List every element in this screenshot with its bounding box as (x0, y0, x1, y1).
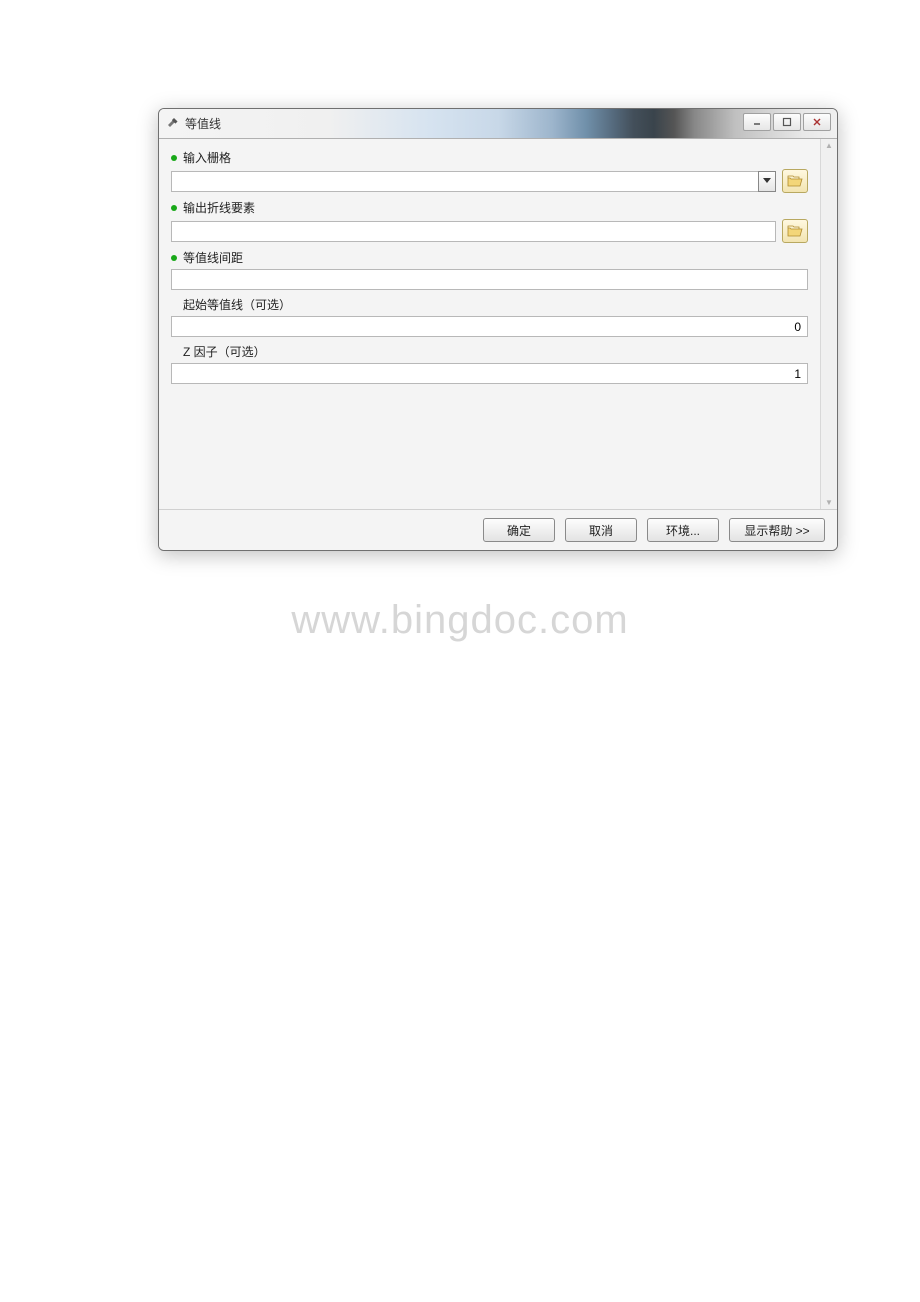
folder-open-icon (787, 224, 803, 238)
input-raster-browse-button[interactable] (782, 169, 808, 193)
close-button[interactable] (803, 113, 831, 131)
window-title: 等值线 (185, 115, 221, 132)
field-input-raster: 输入栅格 (171, 149, 808, 193)
maximize-button[interactable] (773, 113, 801, 131)
dialog-footer: 确定 取消 环境... 显示帮助 >> (159, 509, 837, 550)
form-area: 输入栅格 (159, 139, 820, 509)
required-bullet-icon (171, 255, 177, 261)
field-base-contour: 起始等值线（可选） (171, 296, 808, 337)
field-z-factor: Z 因子（可选） (171, 343, 808, 384)
base-contour-label: 起始等值线（可选） (183, 296, 291, 313)
field-contour-interval: 等值线间距 (171, 249, 808, 290)
contour-interval-label: 等值线间距 (183, 249, 243, 266)
environments-button[interactable]: 环境... (647, 518, 719, 542)
field-output-polyline: 输出折线要素 (171, 199, 808, 243)
output-polyline-label: 输出折线要素 (183, 199, 255, 216)
window-controls (743, 113, 831, 131)
minimize-button[interactable] (743, 113, 771, 131)
ok-button[interactable]: 确定 (483, 518, 555, 542)
input-raster-input[interactable] (171, 171, 758, 192)
scroll-down-icon: ▼ (825, 498, 833, 507)
scroll-up-icon: ▲ (825, 141, 833, 150)
required-bullet-icon (171, 205, 177, 211)
folder-open-icon (787, 174, 803, 188)
titlebar[interactable]: 等值线 (159, 109, 837, 139)
show-help-button[interactable]: 显示帮助 >> (729, 518, 825, 542)
shadow-decoration (159, 550, 837, 551)
contour-interval-input[interactable] (171, 269, 808, 290)
cancel-button[interactable]: 取消 (565, 518, 637, 542)
output-polyline-input[interactable] (171, 221, 776, 242)
contour-dialog: 等值线 输入栅格 (158, 108, 838, 551)
required-bullet-icon (171, 155, 177, 161)
watermark-text: www.bingdoc.com (0, 598, 920, 643)
input-raster-combo[interactable] (171, 171, 776, 192)
hammer-icon (165, 116, 181, 132)
input-raster-label: 输入栅格 (183, 149, 231, 166)
base-contour-input[interactable] (171, 316, 808, 337)
z-factor-input[interactable] (171, 363, 808, 384)
scrollbar[interactable]: ▲ ▼ (820, 139, 837, 509)
z-factor-label: Z 因子（可选） (183, 343, 266, 360)
input-raster-dropdown[interactable] (758, 171, 776, 192)
output-polyline-browse-button[interactable] (782, 219, 808, 243)
